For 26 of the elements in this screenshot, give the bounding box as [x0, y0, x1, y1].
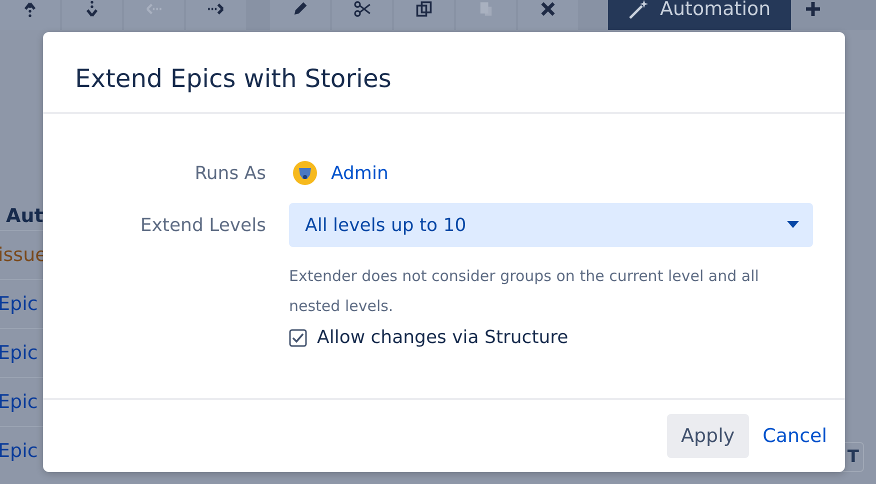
- toolbar-button[interactable]: [186, 0, 246, 30]
- apply-button[interactable]: Apply: [666, 414, 749, 458]
- magic-wand-icon: [628, 0, 650, 20]
- toolbar-button[interactable]: [62, 0, 122, 30]
- cancel-button[interactable]: Cancel: [762, 425, 827, 447]
- caret-icon: [787, 221, 799, 229]
- hint-text: Extender does not consider groups on the current level and all nested levels.: [289, 266, 760, 317]
- checkbox-icon: [289, 328, 307, 346]
- dialog-title: Extend Epics with Stories: [75, 64, 392, 92]
- toolbar-button[interactable]: [518, 0, 578, 30]
- toolbar-button[interactable]: [0, 0, 60, 30]
- field-label: Extend Levels: [139, 214, 266, 236]
- delete-icon: [539, 0, 557, 18]
- user-link[interactable]: Admin: [331, 162, 388, 184]
- toolbar-button[interactable]: [270, 0, 330, 30]
- levels-dropdown[interactable]: All levels up to 10: [289, 203, 813, 247]
- scissors-icon: [353, 0, 371, 18]
- allow-changes-checkbox[interactable]: Allow changes via Structure: [289, 327, 568, 348]
- automation-button[interactable]: Automation: [608, 0, 791, 30]
- field-label: Runs As: [194, 162, 266, 184]
- avatar-icon: [293, 161, 317, 185]
- plus-icon: [804, 1, 821, 17]
- toolbar-button[interactable]: [332, 0, 392, 30]
- column-header: Aut: [5, 204, 44, 229]
- copy-icon: [415, 0, 433, 18]
- toolbar-button[interactable]: [394, 0, 454, 30]
